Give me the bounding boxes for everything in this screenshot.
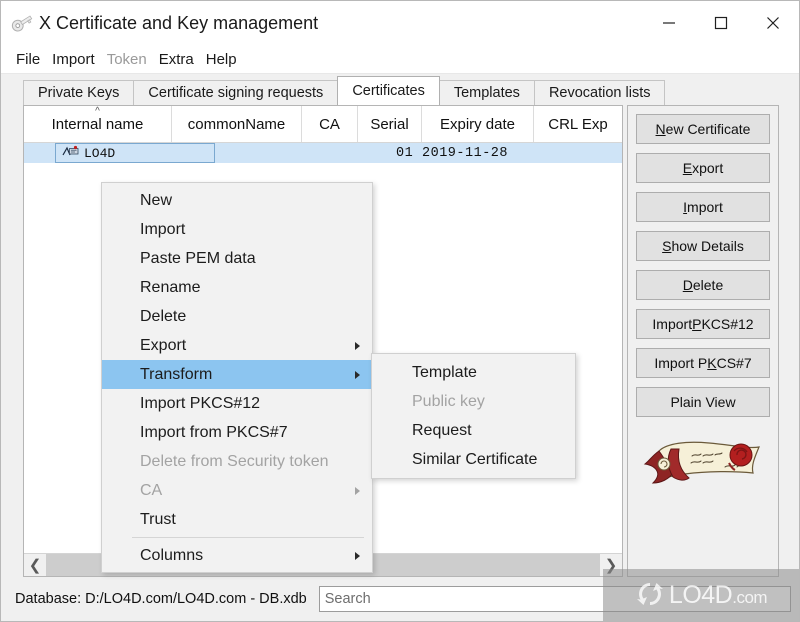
close-icon[interactable] — [747, 1, 799, 45]
database-path-label: Database: D:/LO4D.com/LO4D.com - DB.xdb — [15, 591, 307, 607]
menu-item-file[interactable]: File — [10, 49, 46, 70]
action-buttons-panel: New Certificate Export Import Show Detai… — [627, 105, 779, 577]
tab-strip: Private Keys Certificate signing request… — [1, 74, 799, 105]
export-button[interactable]: Export — [636, 153, 770, 183]
context-menu-item-export[interactable]: Export — [102, 331, 372, 360]
application-window: X Certificate and Key management File Im… — [0, 0, 800, 622]
context-menu-separator — [132, 537, 364, 538]
certificate-icon — [62, 145, 79, 162]
certificate-scroll-logo-icon — [636, 430, 770, 492]
search-input[interactable]: Search — [318, 586, 791, 612]
context-menu-item-import[interactable]: Import — [102, 215, 372, 244]
context-menu: New Import Paste PEM data Rename Delete … — [101, 182, 373, 573]
transform-submenu: Template Public key Request Similar Cert… — [371, 353, 576, 479]
menu-item-extra[interactable]: Extra — [153, 49, 200, 70]
row-serial-cell: 01 — [396, 145, 414, 161]
tab-private-keys[interactable]: Private Keys — [23, 80, 135, 105]
column-header-ca[interactable]: CA — [302, 106, 358, 142]
row-internal-name-cell[interactable]: LO4D — [55, 143, 215, 163]
column-header-crl-expiry[interactable]: CRL Exp — [534, 106, 622, 142]
column-header-expiry-date[interactable]: Expiry date — [422, 106, 534, 142]
delete-button[interactable]: Delete — [636, 270, 770, 300]
tab-certificate-signing-requests[interactable]: Certificate signing requests — [133, 80, 339, 105]
submenu-item-similar-certificate[interactable]: Similar Certificate — [372, 445, 575, 474]
column-header-internal-name[interactable]: ^ Internal name — [24, 106, 172, 142]
import-pkcs12-button[interactable]: Import P KCS#12 — [636, 309, 770, 339]
tab-certificates[interactable]: Certificates — [337, 76, 440, 105]
context-menu-item-rename[interactable]: Rename — [102, 273, 372, 302]
context-menu-item-trust[interactable]: Trust — [102, 505, 372, 534]
plain-view-button[interactable]: Plain View — [636, 387, 770, 417]
tab-templates[interactable]: Templates — [438, 80, 535, 105]
context-menu-item-columns[interactable]: Columns — [102, 541, 372, 570]
column-header-commonname[interactable]: commonName — [172, 106, 302, 142]
menu-item-help[interactable]: Help — [200, 49, 243, 70]
context-menu-item-transform[interactable]: Transform — [102, 360, 372, 389]
import-pkcs7-button[interactable]: Import P K CS#7 — [636, 348, 770, 378]
submenu-item-public-key: Public key — [412, 392, 485, 410]
context-menu-item-delete[interactable]: Delete — [102, 302, 372, 331]
menu-bar: File Import Token Extra Help — [1, 45, 799, 74]
table-row[interactable]: LO4D 01 2019-11-28 — [24, 143, 622, 163]
window-title: X Certificate and Key management — [39, 12, 319, 33]
title-bar: X Certificate and Key management — [1, 1, 799, 45]
chevron-right-icon — [355, 341, 360, 350]
scroll-right-icon[interactable]: ❯ — [600, 554, 622, 576]
context-menu-item-label: Columns — [140, 546, 204, 564]
row-internal-name-text: LO4D — [84, 145, 116, 161]
column-header-label: Internal name — [51, 115, 144, 133]
maximize-icon[interactable] — [695, 1, 747, 45]
menu-item-token: Token — [106, 50, 147, 68]
column-header-serial[interactable]: Serial — [358, 106, 422, 142]
menu-item-import[interactable]: Import — [46, 49, 101, 70]
chevron-right-icon — [355, 370, 360, 379]
sort-ascending-icon: ^ — [95, 106, 100, 117]
submenu-item-template[interactable]: Template — [372, 358, 575, 387]
context-menu-item-delete-from-security-token: Delete from Security token — [140, 452, 329, 470]
new-certificate-button[interactable]: New Certificate — [636, 114, 770, 144]
context-menu-item-label: CA — [140, 481, 163, 499]
submenu-item-request[interactable]: Request — [372, 416, 575, 445]
context-menu-item-import-from-pkcs7[interactable]: Import from PKCS#7 — [102, 418, 372, 447]
tab-revocation-lists[interactable]: Revocation lists — [533, 80, 666, 105]
window-controls — [643, 1, 799, 45]
chevron-right-icon — [355, 486, 360, 495]
status-bar: Database: D:/LO4D.com/LO4D.com - DB.xdb … — [1, 577, 799, 621]
context-menu-item-label: Export — [140, 336, 187, 354]
minimize-icon[interactable] — [643, 1, 695, 45]
context-menu-item-import-pkcs12[interactable]: Import PKCS#12 — [102, 389, 372, 418]
key-icon — [9, 10, 35, 36]
context-menu-item-label: Transform — [140, 365, 213, 383]
chevron-right-icon — [355, 551, 360, 560]
scroll-left-icon[interactable]: ❮ — [24, 554, 46, 576]
show-details-button[interactable]: Show Details — [636, 231, 770, 261]
context-menu-item-paste-pem-data[interactable]: Paste PEM data — [102, 244, 372, 273]
context-menu-item-ca: CA — [102, 476, 372, 505]
import-button[interactable]: Import — [636, 192, 770, 222]
context-menu-item-new[interactable]: New — [102, 186, 372, 215]
row-expiry-date-cell: 2019-11-28 — [422, 145, 509, 161]
table-header-row: ^ Internal name commonName CA Serial Exp… — [24, 106, 622, 143]
